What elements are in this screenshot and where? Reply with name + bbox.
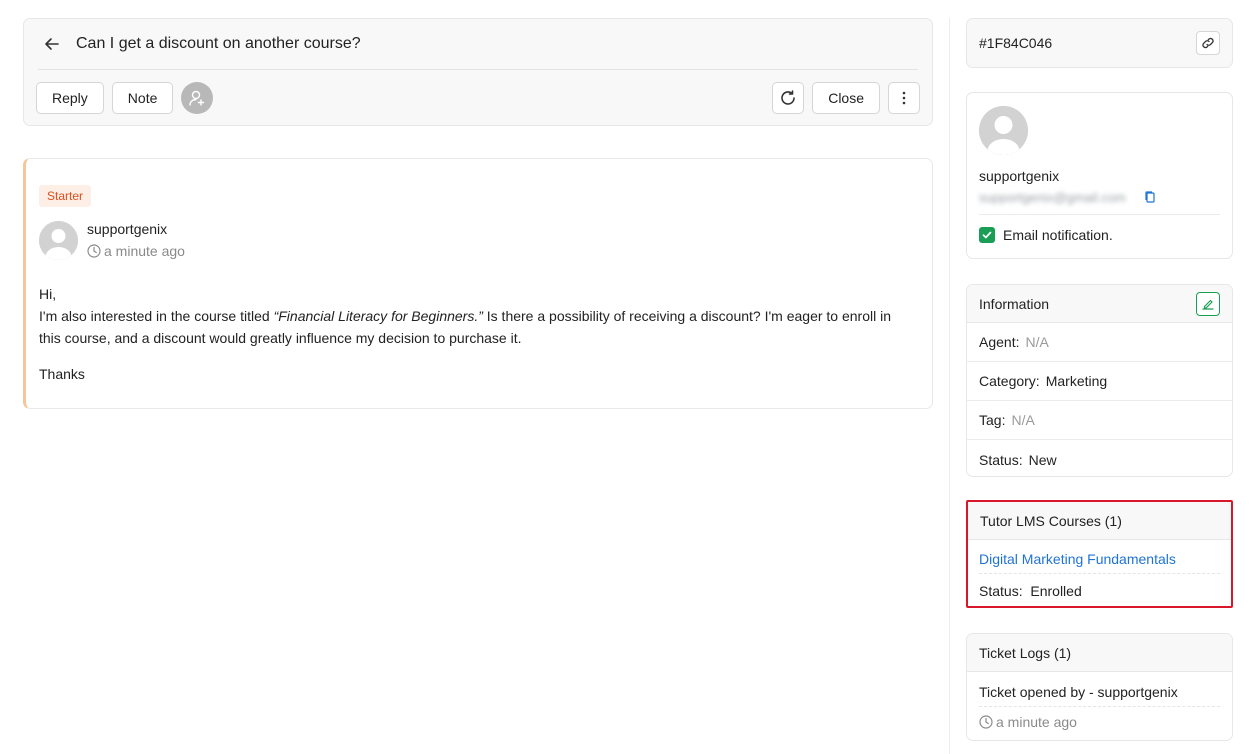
info-label: Category: xyxy=(979,373,1040,389)
column-divider xyxy=(949,18,950,754)
course-status-label: Status: xyxy=(979,583,1023,599)
link-icon xyxy=(1202,37,1214,49)
message-greeting: Hi, xyxy=(39,286,57,302)
info-row-tag: Tag: N/A xyxy=(967,401,1232,440)
edit-information-button[interactable] xyxy=(1196,291,1220,316)
user-plus-icon xyxy=(189,90,205,106)
information-title: Information xyxy=(979,295,1050,312)
customer-email: supportgenix@gmail.com xyxy=(979,190,1126,205)
log-time-text: a minute ago xyxy=(996,714,1077,730)
close-button[interactable]: Close xyxy=(812,81,880,114)
course-status: Status: Enrolled xyxy=(979,583,1082,599)
log-entry: Ticket opened by - supportgenix xyxy=(979,684,1178,700)
info-label: Status: xyxy=(979,451,1023,468)
more-options-button[interactable] xyxy=(888,81,920,114)
refresh-icon xyxy=(781,89,796,105)
courses-header: Tutor LMS Courses (1) xyxy=(968,502,1231,540)
assign-agent-button[interactable] xyxy=(181,81,214,114)
customer-name: supportgenix xyxy=(979,168,1060,184)
info-value: New xyxy=(1028,451,1057,468)
clock-icon xyxy=(979,715,993,729)
info-row-agent: Agent: N/A xyxy=(967,323,1232,362)
message-author: supportgenix xyxy=(87,221,168,237)
courses-title: Tutor LMS Courses (1) xyxy=(980,512,1122,529)
message-time-text: a minute ago xyxy=(104,243,185,259)
starter-badge: Starter xyxy=(39,185,92,207)
course-status-value: Enrolled xyxy=(1030,583,1082,599)
info-value: N/A xyxy=(1025,334,1049,350)
info-label: Agent: xyxy=(979,334,1020,350)
edit-icon xyxy=(1202,299,1214,310)
message-text-before: I'm also interested in the course titled xyxy=(39,308,274,324)
ticket-message: Starter supportgenix a minute ago Hi, I'… xyxy=(23,158,933,409)
clock-icon xyxy=(87,244,101,258)
ticket-id: #1F84C046 xyxy=(979,35,1053,51)
avatar-icon xyxy=(39,221,78,260)
email-notification-toggle[interactable]: Email notification. xyxy=(979,227,1113,243)
ticket-header: Can I get a discount on another course? … xyxy=(23,18,933,126)
divider xyxy=(979,214,1220,215)
avatar xyxy=(979,106,1028,155)
info-row-category: Category: Marketing xyxy=(967,362,1232,401)
check-icon xyxy=(982,231,992,239)
copy-link-button[interactable] xyxy=(1196,31,1220,55)
info-label: Tag: xyxy=(979,412,1006,428)
logs-title: Ticket Logs (1) xyxy=(979,644,1072,661)
arrow-left-icon[interactable] xyxy=(44,35,62,53)
course-link[interactable]: Digital Marketing Fundamentals xyxy=(979,551,1176,567)
message-body: Hi, I'm also interested in the course ti… xyxy=(39,283,916,385)
logs-header: Ticket Logs (1) xyxy=(967,634,1232,672)
info-value: Marketing xyxy=(1045,373,1108,389)
divider xyxy=(979,573,1220,574)
refresh-button[interactable] xyxy=(772,81,805,114)
more-vertical-icon xyxy=(902,91,906,104)
ticket-actions: Reply Note Close xyxy=(36,81,920,114)
info-value: N/A xyxy=(1011,412,1035,428)
divider xyxy=(979,706,1220,707)
email-notification-label: Email notification. xyxy=(1003,227,1113,243)
message-signoff: Thanks xyxy=(39,366,85,382)
customer-card: supportgenix supportgenix@gmail.com Emai… xyxy=(966,92,1233,259)
message-paragraph: I'm also interested in the course titled… xyxy=(39,305,916,349)
avatar-icon xyxy=(979,106,1028,155)
ticket-subject: Can I get a discount on another course? xyxy=(76,35,361,52)
copy-icon[interactable] xyxy=(1143,190,1157,204)
message-course-title: “Financial Literacy for Beginners.” xyxy=(273,308,483,324)
reply-button[interactable]: Reply xyxy=(36,81,104,114)
email-notification-checkbox[interactable] xyxy=(979,227,995,243)
information-header: Information xyxy=(967,285,1232,323)
info-row-status: Status: New xyxy=(967,440,1232,476)
avatar xyxy=(39,221,78,260)
message-time: a minute ago xyxy=(87,243,185,259)
tutor-lms-courses-card: Tutor LMS Courses (1) Digital Marketing … xyxy=(966,500,1233,608)
ticket-title-bar: Can I get a discount on another course? xyxy=(38,19,918,70)
note-button[interactable]: Note xyxy=(111,81,174,114)
ticket-logs-card: Ticket Logs (1) Ticket opened by - suppo… xyxy=(966,633,1233,741)
information-card: Information Agent: N/A Category: Marketi… xyxy=(966,284,1233,477)
ticket-id-card: #1F84C046 xyxy=(966,18,1233,68)
log-time: a minute ago xyxy=(979,714,1077,730)
